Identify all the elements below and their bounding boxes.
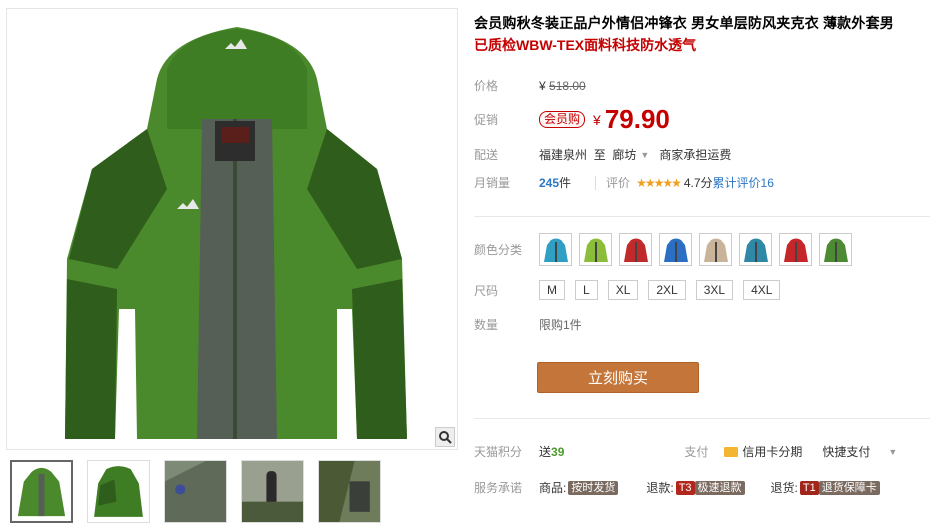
review-count-link[interactable]: 累计评价16 xyxy=(713,174,774,191)
product-header: 会员购秋冬装正品户外情侣冲锋衣 男女单层防风夹克衣 薄款外套男 已质检WBW-T… xyxy=(474,12,930,56)
points-payment-row: 天猫积分 送39 支付 信用卡分期 快捷支付 ▼ xyxy=(474,443,907,460)
size-option[interactable]: 4XL xyxy=(743,280,781,300)
points-label: 天猫积分 xyxy=(474,445,523,459)
product-subtitle: 已质检WBW-TEX面料科技防水透气 xyxy=(474,37,697,53)
size-option[interactable]: L xyxy=(575,280,598,300)
original-price: 518.00 xyxy=(549,78,586,93)
promo-currency: ¥ xyxy=(593,111,601,128)
color-swatch-4[interactable] xyxy=(659,233,692,266)
card-icon xyxy=(724,446,739,457)
color-option-row: 颜色分类 xyxy=(474,233,852,266)
swatch-jacket-thumbnail xyxy=(703,238,728,262)
thumbnail-2[interactable] xyxy=(87,460,150,523)
color-swatch-1[interactable] xyxy=(539,233,572,266)
color-swatch-7[interactable] xyxy=(779,233,812,266)
chevron-down-icon[interactable]: ▼ xyxy=(888,447,897,457)
rating-stars: ★★★★★ xyxy=(636,175,682,190)
rating-label: 评价 xyxy=(606,176,631,190)
swatch-jacket-thumbnail xyxy=(783,238,808,262)
return-code-badge: T1 xyxy=(799,480,819,495)
return-label: 退货: xyxy=(770,481,798,495)
sales-label: 月销量 xyxy=(474,176,511,190)
service-label: 服务承诺 xyxy=(474,481,523,495)
shipping-destination[interactable]: 廊坊 xyxy=(612,146,636,163)
zoom-icon xyxy=(439,431,452,444)
thumbnail-fabric-detail xyxy=(165,461,226,522)
color-swatch-list xyxy=(539,233,852,266)
size-option[interactable]: M xyxy=(539,280,565,300)
zoom-button[interactable] xyxy=(435,427,455,447)
currency-symbol: ¥ xyxy=(539,78,546,93)
size-label: 尺码 xyxy=(474,283,499,298)
swatch-jacket-thumbnail xyxy=(743,238,768,262)
fast-refund-badge[interactable]: 极速退款 xyxy=(694,480,745,495)
shipping-origin: 福建泉州 xyxy=(539,148,588,162)
sales-row: 月销量 245 件 评价 ★★★★★ 4.7分 累计评价16 xyxy=(474,174,774,191)
points-prefix: 送 xyxy=(539,445,552,459)
color-swatch-5[interactable] xyxy=(699,233,732,266)
sales-count: 245 xyxy=(539,175,560,190)
return-guarantee-badge[interactable]: 退货保障卡 xyxy=(818,480,880,495)
divider xyxy=(595,175,597,190)
goods-label: 商品: xyxy=(539,481,567,495)
original-price-row: 价格 ¥ 518.00 xyxy=(474,77,586,94)
main-product-image[interactable] xyxy=(6,8,458,450)
quantity-limit: 限购1件 xyxy=(539,318,582,332)
thumbnail-zipper-detail xyxy=(319,461,380,522)
thumbnail-jacket-side xyxy=(88,461,149,522)
promo-price: 79.90 xyxy=(604,104,670,134)
rating-score: 4.7分 xyxy=(683,176,713,190)
credit-card-option[interactable]: 信用卡分期 xyxy=(742,443,802,460)
color-swatch-8[interactable] xyxy=(819,233,852,266)
promo-price-row: 促销 会员购 ¥ 79.90 xyxy=(474,104,670,135)
price-label: 价格 xyxy=(474,79,499,93)
swatch-jacket-thumbnail xyxy=(823,238,848,262)
thumbnail-5[interactable] xyxy=(318,460,381,523)
points-number: 39 xyxy=(551,445,565,459)
sales-unit: 件 xyxy=(559,176,572,190)
thumbnail-jacket-front xyxy=(12,462,71,521)
color-label: 颜色分类 xyxy=(474,243,523,257)
swatch-jacket-thumbnail xyxy=(543,238,568,262)
buy-now-button[interactable]: 立刻购买 xyxy=(537,362,699,393)
promo-tag: 会员购 xyxy=(539,111,586,128)
product-title: 会员购秋冬装正品户外情侣冲锋衣 男女单层防风夹克衣 薄款外套男 xyxy=(474,15,894,31)
color-swatch-2[interactable] xyxy=(579,233,612,266)
size-option-row: 尺码 M L XL 2XL 3XL 4XL xyxy=(474,280,781,300)
shipping-row: 配送 福建泉州 至 廊坊 ▼ 商家承担运费 xyxy=(474,146,731,163)
points-value: 送39 xyxy=(539,443,564,460)
on-time-shipping-badge[interactable]: 按时发货 xyxy=(568,480,619,495)
size-option[interactable]: 2XL xyxy=(648,280,686,300)
thumbnail-drawcord-detail xyxy=(242,461,303,522)
shipping-fee-note: 商家承担运费 xyxy=(659,148,732,162)
swatch-jacket-thumbnail xyxy=(663,238,688,262)
quantity-row: 数量 限购1件 xyxy=(474,316,582,333)
service-row: 服务承诺 商品: 按时发货 退款: T3 极速退款 退货: T1 退货保障卡 xyxy=(474,479,880,496)
thumbnail-strip xyxy=(10,460,381,523)
size-option[interactable]: XL xyxy=(607,280,639,300)
divider xyxy=(474,216,930,217)
divider xyxy=(474,418,930,419)
shipping-label: 配送 xyxy=(474,148,499,162)
size-list: M L XL 2XL 3XL 4XL xyxy=(539,280,781,300)
chevron-down-icon[interactable]: ▼ xyxy=(640,150,649,160)
promo-label: 促销 xyxy=(474,113,499,127)
refund-code-badge: T3 xyxy=(675,480,695,495)
swatch-jacket-thumbnail xyxy=(623,238,648,262)
size-option[interactable]: 3XL xyxy=(695,280,734,300)
shipping-to-word: 至 xyxy=(593,148,606,162)
swatch-jacket-thumbnail xyxy=(583,238,608,262)
price-panel: 价格 ¥ 518.00 促销 会员购 ¥ 79.90 配送 福建泉州 至 廊坊 … xyxy=(474,68,930,200)
quantity-label: 数量 xyxy=(474,318,499,332)
quick-pay-option[interactable]: 快捷支付 xyxy=(822,443,870,460)
jacket-image xyxy=(65,27,407,439)
thumbnail-1[interactable] xyxy=(10,460,73,523)
thumbnail-4[interactable] xyxy=(241,460,304,523)
payment-label: 支付 xyxy=(684,445,709,459)
color-swatch-3[interactable] xyxy=(619,233,652,266)
color-swatch-6[interactable] xyxy=(739,233,772,266)
refund-label: 退款: xyxy=(646,481,674,495)
thumbnail-3[interactable] xyxy=(164,460,227,523)
